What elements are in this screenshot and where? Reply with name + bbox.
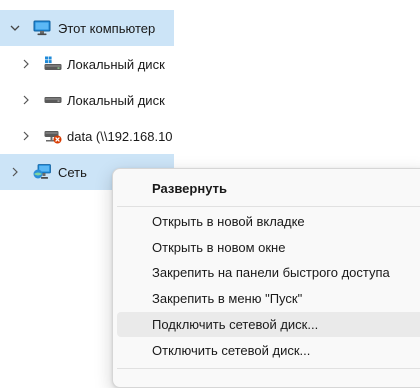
windows-drive-icon: [44, 56, 62, 72]
chevron-right-icon[interactable]: [20, 58, 32, 70]
chevron-right-icon[interactable]: [20, 94, 32, 106]
tree-item-local-disk-c[interactable]: Локальный диск: [0, 46, 174, 82]
monitor-icon: [33, 20, 51, 36]
tree-item-label: Сеть: [58, 164, 87, 180]
menu-item-pin-quick-access[interactable]: Закрепить на панели быстрого доступа: [117, 260, 420, 285]
menu-item-pin-start[interactable]: Закрепить в меню "Пуск": [117, 286, 420, 311]
chevron-down-icon[interactable]: [9, 22, 21, 34]
tree-item-network-drive[interactable]: data (\\192.168.10: [0, 118, 174, 154]
tree-item-local-disk-d[interactable]: Локальный диск: [0, 82, 174, 118]
disconnected-network-drive-icon: [44, 128, 62, 144]
tree-item-label: Локальный диск: [67, 56, 165, 72]
network-icon: [33, 164, 51, 180]
tree-item-this-pc[interactable]: Этот компьютер: [0, 10, 174, 46]
context-menu: Развернуть Открыть в новой вкладке Откры…: [112, 168, 420, 388]
menu-item-expand[interactable]: Развернуть: [117, 176, 420, 201]
chevron-right-icon[interactable]: [9, 166, 21, 178]
hard-drive-icon: [44, 92, 62, 108]
chevron-right-icon[interactable]: [20, 130, 32, 142]
menu-item-disconnect-network-drive[interactable]: Отключить сетевой диск...: [117, 338, 420, 363]
tree-item-label: data (\\192.168.10: [67, 128, 173, 144]
menu-item-map-network-drive[interactable]: Подключить сетевой диск...: [117, 312, 420, 337]
menu-item-open-new-tab[interactable]: Открыть в новой вкладке: [117, 209, 420, 234]
tree-item-label: Этот компьютер: [58, 20, 156, 36]
menu-separator: [117, 206, 420, 207]
menu-item-open-new-window[interactable]: Открыть в новом окне: [117, 235, 420, 260]
tree-item-label: Локальный диск: [67, 92, 165, 108]
menu-separator: [117, 368, 420, 369]
